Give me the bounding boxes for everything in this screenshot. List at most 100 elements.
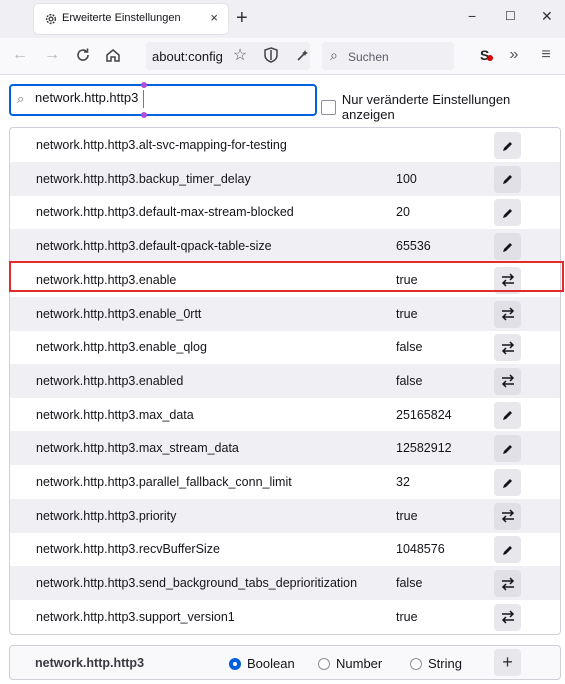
preference-search-field[interactable]: ⌕ [9,82,317,118]
gear-icon [45,13,57,25]
url-bar[interactable]: about:config [146,42,310,70]
table-row[interactable]: network.http.http3.support_version1 true [10,600,560,634]
table-row[interactable]: network.http.http3.priority true [10,498,560,533]
text-caret-handle [141,82,147,88]
table-row[interactable]: network.http.http3.backup_timer_delay 100 [10,161,560,196]
pencil-icon [502,444,512,454]
preference-name: network.http.http3.recvBufferSize [36,542,220,557]
toggle-button[interactable] [494,502,521,530]
table-row[interactable]: network.http.http3.default-qpack-table-s… [10,229,560,264]
add-preference-button[interactable]: + [494,649,521,676]
preference-value: 1048576 [396,542,445,557]
pencil-icon [502,411,512,421]
svg-text:S: S [480,47,489,63]
table-row[interactable]: network.http.http3.alt-svc-mapping-for-t… [10,128,560,162]
back-arrow-icon[interactable]: ← [11,46,29,64]
tab-erweiterte-einstellungen[interactable]: Erweiterte Einstellungen × [34,4,228,34]
toggle-button[interactable] [494,603,521,631]
toggle-button[interactable] [494,266,521,294]
type-radio-boolean[interactable]: Boolean [229,656,295,671]
table-row[interactable]: network.http.http3.enable_0rtt true [10,296,560,331]
type-label-string: String [428,656,462,671]
edit-button[interactable] [494,199,521,227]
table-row[interactable]: network.http.http3.enable true [10,263,560,297]
overflow-menu-icon[interactable]: » [505,46,523,64]
toggle-arrows-icon [501,374,514,388]
toggle-button[interactable] [494,570,521,598]
pencil-icon [502,242,512,252]
radio-string[interactable] [410,657,422,670]
toggle-arrows-icon [501,273,514,287]
navigation-toolbar: ← → about:config ☆ ⌕ Suchen S » ≡ [0,38,565,75]
add-preference-row: network.http.http3 Boolean Number String… [9,645,561,680]
table-row[interactable]: network.http.http3.recvBufferSize 1048576 [10,532,560,566]
url-text: about:config [152,49,223,64]
search-placeholder: Suchen [348,50,389,64]
preference-value: false [396,373,423,388]
extension-s-icon[interactable]: S [477,46,495,64]
preference-table: network.http.http3.alt-svc-mapping-for-t… [9,127,561,635]
shield-icon[interactable] [262,46,280,64]
edit-button[interactable] [494,165,521,193]
preference-search-input[interactable] [35,90,305,105]
pencil-icon [502,545,512,555]
toggle-arrows-icon [501,307,514,321]
edit-button[interactable] [494,233,521,261]
toggle-button[interactable] [494,334,521,362]
extension-sweep-icon[interactable] [294,46,312,64]
window-close-button[interactable]: ✕ [541,8,553,25]
toggle-button[interactable] [494,300,521,328]
new-preference-name: network.http.http3 [35,656,145,670]
preference-name: network.http.http3.default-qpack-table-s… [36,239,272,254]
search-icon: ⌕ [17,91,25,106]
minimize-button[interactable]: − [468,8,476,24]
preference-value: 25165824 [396,407,452,422]
preference-name: network.http.http3.alt-svc-mapping-for-t… [36,138,287,152]
web-search-box[interactable]: ⌕ Suchen [322,42,454,70]
preference-value: 20 [396,205,410,220]
preference-name: network.http.http3.enable_0rtt [36,306,202,321]
tab-close-icon[interactable]: × [210,10,218,25]
preference-name: network.http.http3.backup_timer_delay [36,171,251,186]
type-radio-number[interactable]: Number [318,656,382,671]
preference-name: network.http.http3.max_data [36,407,194,422]
text-caret-handle [141,112,147,118]
toggle-arrows-icon [501,341,514,355]
maximize-button[interactable]: ☐ [505,9,516,23]
table-row[interactable]: network.http.http3.send_background_tabs_… [10,566,560,601]
edit-button[interactable] [494,435,521,463]
modified-only-checkbox[interactable] [321,99,336,115]
table-row[interactable]: network.http.http3.parallel_fallback_con… [10,465,560,499]
preference-name: network.http.http3.max_stream_data [36,441,239,456]
modified-only-toggle[interactable]: Nur veränderte Einstellungen anzeigen [321,92,565,122]
pencil-icon [502,141,512,151]
table-row[interactable]: network.http.http3.enabled false [10,363,560,398]
table-row[interactable]: network.http.http3.max_stream_data 125829… [10,431,560,466]
table-row[interactable]: network.http.http3.max_data 25165824 [10,398,560,432]
reload-icon[interactable] [74,46,92,64]
edit-button[interactable] [494,469,521,496]
radio-number[interactable] [318,657,330,670]
preference-value: 100 [396,171,417,186]
table-row[interactable]: network.http.http3.default-max-stream-bl… [10,195,560,229]
toggle-arrows-icon [501,509,514,523]
radio-boolean[interactable] [229,657,241,670]
edit-button[interactable] [494,536,521,564]
forward-arrow-icon[interactable]: → [43,46,61,64]
edit-button[interactable] [494,132,521,159]
table-row[interactable]: network.http.http3.enable_qlog false [10,330,560,364]
preference-name: network.http.http3.priority [36,508,177,523]
home-icon[interactable] [104,46,122,64]
modified-only-label: Nur veränderte Einstellungen anzeigen [341,92,511,122]
bookmark-star-icon[interactable]: ☆ [231,46,249,64]
preference-name: network.http.http3.enabled [36,373,184,388]
type-radio-string[interactable]: String [410,656,462,671]
type-label-number: Number [336,656,383,671]
toggle-button[interactable] [494,367,521,395]
new-tab-button[interactable]: + [236,6,248,30]
preference-name: network.http.http3.enable_qlog [36,340,207,355]
preference-name: network.http.http3.send_background_tabs_… [36,576,358,591]
type-label-boolean: Boolean [247,656,295,671]
edit-button[interactable] [494,401,521,429]
app-menu-icon[interactable]: ≡ [537,46,555,64]
